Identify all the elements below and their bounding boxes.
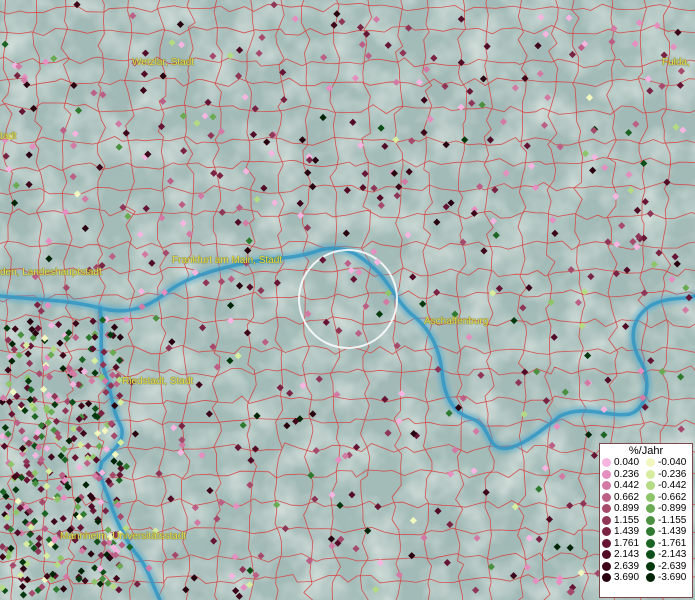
legend-swatch xyxy=(602,504,611,514)
legend-entry: 1.761 xyxy=(602,538,646,550)
legend-entry: 2.639 xyxy=(602,561,646,573)
legend-entry: -1.761 xyxy=(646,538,690,550)
legend-entry: 0.442 xyxy=(602,480,646,492)
legend-swatch xyxy=(602,469,611,479)
legend-value: -0.236 xyxy=(658,468,687,480)
legend-swatch xyxy=(602,481,611,491)
legend-title: %/Jahr xyxy=(628,445,664,457)
legend-value: -2.143 xyxy=(658,549,687,561)
legend-swatch xyxy=(646,561,655,571)
legend-entry: 0.236 xyxy=(602,469,646,481)
legend-swatch xyxy=(602,561,611,571)
legend-swatch xyxy=(602,515,611,525)
legend-value: 0.236 xyxy=(614,468,640,480)
legend-value: -0.442 xyxy=(658,480,687,492)
legend-entry: 0.899 xyxy=(602,503,646,515)
legend-swatch xyxy=(646,469,655,479)
legend-swatch xyxy=(646,481,655,491)
legend-swatch xyxy=(646,550,655,560)
legend-value: -1.155 xyxy=(658,514,687,526)
legend-swatch xyxy=(602,538,611,548)
legend-entry: -0.662 xyxy=(646,492,690,504)
legend-swatch xyxy=(646,538,655,548)
legend-value: 1.155 xyxy=(614,514,640,526)
legend-value: 0.899 xyxy=(614,503,640,515)
map-canvas[interactable] xyxy=(0,0,695,600)
legend-entry: -3.690 xyxy=(646,572,690,584)
legend-swatch xyxy=(646,527,655,537)
legend-value: -0.899 xyxy=(658,503,687,515)
legend-value: -2.639 xyxy=(658,560,687,572)
legend-swatch xyxy=(646,492,655,502)
legend-entry: -2.143 xyxy=(646,549,690,561)
legend-swatch xyxy=(646,515,655,525)
legend-entry: -2.639 xyxy=(646,561,690,573)
legend-value: 1.761 xyxy=(614,537,640,549)
legend-entry: -0.236 xyxy=(646,469,690,481)
legend-value: 2.639 xyxy=(614,560,640,572)
legend-swatch xyxy=(602,550,611,560)
legend-positive-column: 0.040 0.236 0.442 0.662 0.899 1.155 1.439 1.761… xyxy=(602,457,646,584)
legend-value: -0.662 xyxy=(658,491,687,503)
legend-value: 3.690 xyxy=(614,572,640,584)
legend-value: -1.439 xyxy=(658,526,687,538)
legend-value: -1.761 xyxy=(658,537,687,549)
legend-swatch xyxy=(646,458,655,468)
legend-entry: 2.143 xyxy=(602,549,646,561)
legend-swatch xyxy=(602,458,611,468)
legend-entry: -0.899 xyxy=(646,503,690,515)
legend-entry: 3.690 xyxy=(602,572,646,584)
legend-entry: -1.439 xyxy=(646,526,690,538)
legend-value: 2.143 xyxy=(614,549,640,561)
legend-entry: 1.439 xyxy=(602,526,646,538)
legend: %/Jahr 0.040 0.236 0.442 0.662 0.899 1.155 1.4… xyxy=(599,443,693,598)
legend-swatch xyxy=(602,492,611,502)
legend-entry: 0.040 xyxy=(602,457,646,469)
legend-value: -3.690 xyxy=(658,572,687,584)
legend-negative-column: -0.040 -0.236 -0.442 -0.662 -0.899 -1.155 -1.4… xyxy=(646,457,690,584)
legend-value: 0.442 xyxy=(614,480,640,492)
legend-entry: -0.442 xyxy=(646,480,690,492)
legend-entry: 1.155 xyxy=(602,515,646,527)
legend-entry: -1.155 xyxy=(646,515,690,527)
legend-entry: -0.040 xyxy=(646,457,690,469)
legend-value: -0.040 xyxy=(658,457,687,469)
legend-swatch xyxy=(602,573,611,583)
legend-swatch xyxy=(646,504,655,514)
legend-swatch xyxy=(646,573,655,583)
legend-swatch xyxy=(602,527,611,537)
legend-value: 1.439 xyxy=(614,526,640,538)
legend-value: 0.040 xyxy=(614,457,640,469)
legend-value: 0.662 xyxy=(614,491,640,503)
legend-entry: 0.662 xyxy=(602,492,646,504)
